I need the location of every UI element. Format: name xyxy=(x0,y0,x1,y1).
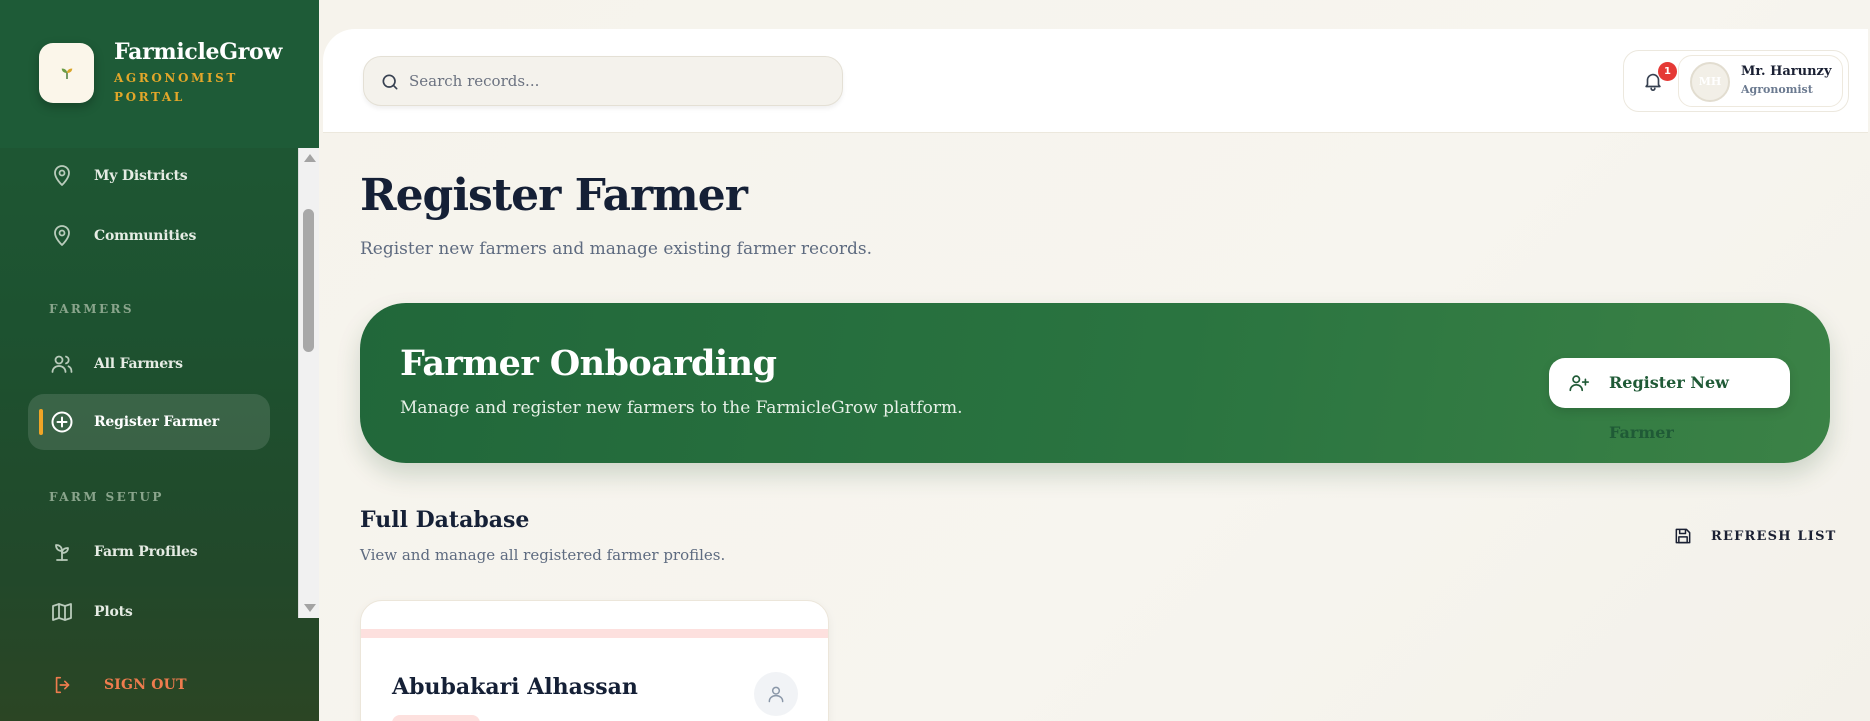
leaf-logo-icon xyxy=(61,68,72,79)
users-icon xyxy=(51,355,73,373)
main-content: 1 MH Mr. Harunzy Agronomist Register Far… xyxy=(319,0,1870,721)
database-title: Full Database xyxy=(360,507,530,533)
page-title: Register Farmer xyxy=(360,170,748,221)
sidebar-item-all-farmers[interactable]: All Farmers xyxy=(28,336,270,392)
scrollbar-thumb[interactable] xyxy=(303,209,314,352)
scroll-down-arrow-icon[interactable] xyxy=(304,604,316,612)
section-label-farmers: FARMERS xyxy=(49,302,134,316)
database-subtitle: View and manage all registered farmer pr… xyxy=(360,546,726,564)
banner-subtitle: Manage and register new farmers to the F… xyxy=(400,398,963,418)
register-new-farmer-label: Register New Farmer xyxy=(1609,373,1729,442)
top-bar: 1 MH Mr. Harunzy Agronomist xyxy=(323,29,1868,133)
sidebar-item-label: Communities xyxy=(94,228,197,244)
active-indicator xyxy=(39,409,43,435)
user-role: Agronomist xyxy=(1741,83,1813,96)
search-box[interactable] xyxy=(363,56,843,106)
sidebar-item-label: Farm Profiles xyxy=(94,544,198,560)
search-icon xyxy=(382,74,398,90)
sidebar-item-communities[interactable]: Communities xyxy=(28,208,270,264)
map-pin-icon xyxy=(54,165,70,186)
onboarding-banner: Farmer Onboarding Manage and register ne… xyxy=(360,303,1830,463)
sidebar-item-farm-profiles[interactable]: Farm Profiles xyxy=(28,524,270,580)
user-name: Mr. Harunzy xyxy=(1741,64,1832,79)
brand-subtitle: AGRONOMIST PORTAL xyxy=(114,71,238,104)
page-subtitle: Register new farmers and manage existing… xyxy=(360,239,872,259)
farmer-avatar xyxy=(754,672,798,716)
sidebar-item-plots[interactable]: Plots xyxy=(28,584,270,640)
map-pin-icon xyxy=(54,225,70,246)
map-icon xyxy=(52,603,72,621)
sidebar-scrollbar[interactable] xyxy=(298,148,319,618)
refresh-list-label: REFRESH LIST xyxy=(1711,528,1837,544)
sidebar-nav: My Districts Communities FARMERS All Far… xyxy=(0,148,298,621)
sidebar-item-label: My Districts xyxy=(94,168,188,184)
farmer-card[interactable]: Abubakari Alhassan xyxy=(360,600,829,721)
sign-out-label: SIGN OUT xyxy=(104,677,187,693)
sidebar-item-label: All Farmers xyxy=(94,356,183,372)
refresh-list-button[interactable]: REFRESH LIST xyxy=(1673,525,1837,547)
user-plus-icon xyxy=(1569,375,1589,392)
notification-badge: 1 xyxy=(1658,62,1677,81)
brand-header: FarmicleGrow AGRONOMIST PORTAL xyxy=(0,0,319,148)
user-area: 1 MH Mr. Harunzy Agronomist xyxy=(1623,50,1849,112)
section-label-farm-setup: FARM SETUP xyxy=(49,490,164,504)
app-logo[interactable] xyxy=(39,43,94,103)
search-input[interactable] xyxy=(409,57,829,105)
avatar: MH xyxy=(1690,62,1730,102)
sidebar: FarmicleGrow AGRONOMIST PORTAL My Distri… xyxy=(0,0,319,721)
brand-name: FarmicleGrow xyxy=(114,39,283,65)
sidebar-item-my-districts[interactable]: My Districts xyxy=(28,148,270,204)
status-badge xyxy=(392,715,480,721)
sprout-icon xyxy=(55,544,69,561)
card-accent-strip xyxy=(361,629,828,638)
banner-title: Farmer Onboarding xyxy=(400,343,777,384)
sign-out-button[interactable]: SIGN OUT xyxy=(52,674,187,696)
sidebar-item-register-farmer[interactable]: Register Farmer xyxy=(28,394,270,450)
log-out-icon xyxy=(55,676,70,694)
register-new-farmer-button[interactable]: Register New Farmer xyxy=(1549,358,1790,442)
plus-circle-icon xyxy=(51,411,73,433)
save-icon xyxy=(1675,528,1691,544)
sidebar-item-label: Register Farmer xyxy=(94,414,219,430)
user-profile-button[interactable]: MH Mr. Harunzy Agronomist xyxy=(1678,55,1843,107)
scroll-up-arrow-icon[interactable] xyxy=(304,154,316,162)
sidebar-item-label: Plots xyxy=(94,604,133,620)
farmer-name: Abubakari Alhassan xyxy=(392,674,638,700)
user-icon xyxy=(768,686,784,703)
